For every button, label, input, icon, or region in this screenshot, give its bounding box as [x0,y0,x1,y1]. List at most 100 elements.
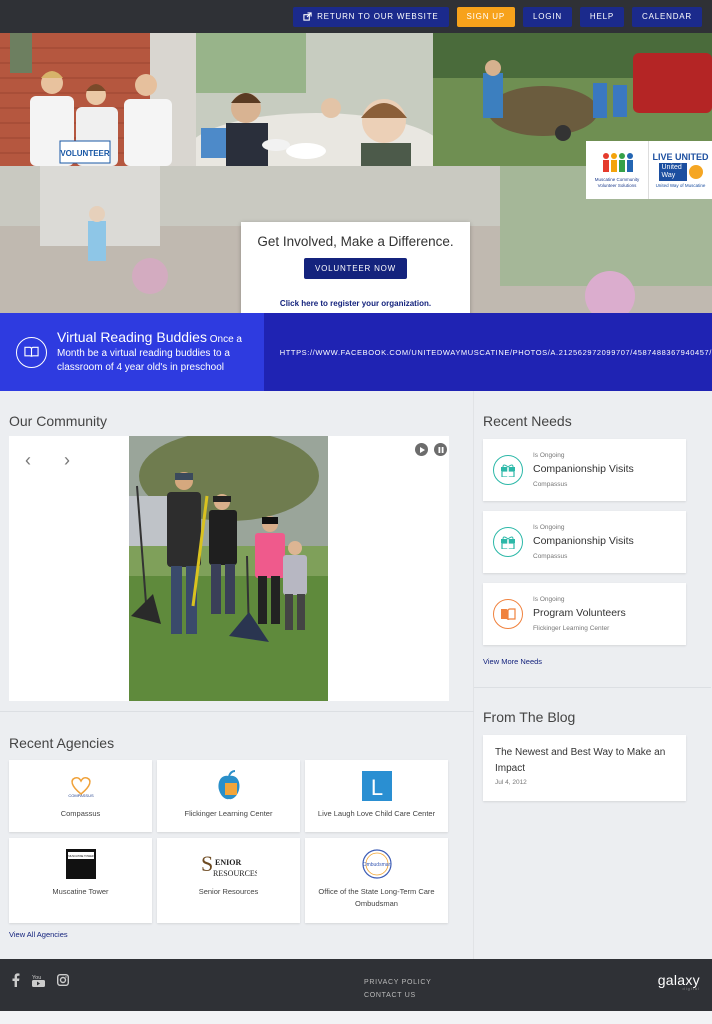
agency-card[interactable]: COMPASSUS Compassus [9,760,152,832]
from-the-blog-heading: From The Blog [483,709,576,725]
volunteers-photo: VOLUNTEER [0,33,196,166]
announcement-url-link[interactable]: HTTPS://WWW.FACEBOOK.COM/UNITEDWAYMUSCAT… [263,313,712,391]
privacy-policy-link[interactable]: PRIVACY POLICY [364,976,432,989]
calendar-button[interactable]: CALENDAR [632,6,702,27]
hero-banner: VOLUNTEER Muscatine Community Volunteer … [0,33,712,313]
family-raking-photo [129,436,328,701]
pause-icon[interactable] [434,443,447,456]
our-community-heading: Our Community [9,413,108,429]
need-org: Compassus [533,553,568,560]
volunteer-now-button[interactable]: VOLUNTEER NOW [303,258,408,279]
contact-us-link[interactable]: CONTACT US [364,989,432,1002]
announcement-title: Virtual Reading Buddies [57,328,207,345]
external-link-icon [303,12,312,21]
need-title: Program Volunteers [533,607,626,619]
recent-agencies-heading: Recent Agencies [9,735,115,751]
hero-headline: Get Involved, Make a Difference. [257,234,454,249]
agency-card[interactable]: Flickinger Learning Center [157,760,300,832]
sign-up-button[interactable]: SIGN UP [456,6,516,27]
flickinger-logo [215,770,243,802]
chevron-left-icon[interactable]: ‹ [25,450,31,471]
top-nav: RETURN TO OUR WEBSITE SIGN UP LOGIN HELP… [0,0,712,33]
section-divider [0,711,474,712]
volunteer-figures-icon [603,153,633,172]
main-content: Our Community ‹ › Recent Agencies COMPAS… [0,391,712,959]
svg-text:RESOURCES: RESOURCES [213,869,257,878]
need-title: Companionship Visits [533,463,634,475]
agency-card[interactable]: MUSCATINE TOWER Muscatine Tower [9,838,152,923]
agency-card[interactable]: Ombudsman Office of the State Long-Term … [305,838,448,923]
muscatine-volunteer-logo: Muscatine Community Volunteer Solutions [586,141,649,199]
help-button[interactable]: HELP [579,6,625,27]
section-divider [474,687,711,688]
agency-name: Flickinger Learning Center [184,809,273,818]
live-united-logo: Muscatine Community Volunteer Solutions … [586,141,712,199]
volunteer-sign-text: VOLUNTEER [60,149,110,158]
left-column: Our Community ‹ › Recent Agencies COMPAS… [0,391,474,959]
register-organization-link[interactable]: Click here to register your organization… [241,299,470,308]
agency-name: Senior Resources [198,887,259,896]
community-slideshow: ‹ › [9,436,449,701]
agency-card[interactable]: S ENIOR RESOURCES Senior Resources [157,838,300,923]
live-laugh-love-logo: L [361,770,392,802]
united-way-logo: LIVE UNITED United Way United Way of Mus… [649,141,712,199]
gift-icon [493,455,523,485]
site-footer: You PRIVACY POLICY CONTACT US galaxy dig… [0,959,712,1011]
agency-card[interactable]: L Live Laugh Love Child Care Center [305,760,448,832]
united-way-sub: United Way of Muscatine [655,183,706,188]
announcement-panel[interactable]: Virtual Reading Buddies Once a Month be … [0,313,264,391]
play-icon[interactable] [415,443,428,456]
children-lunch-photo [196,33,433,166]
announcement-bar: Virtual Reading Buddies Once a Month be … [0,313,712,391]
return-to-website-button[interactable]: RETURN TO OUR WEBSITE [293,6,449,27]
svg-text:ENIOR: ENIOR [215,858,241,867]
galaxy-digital-logo[interactable]: galaxy digital [658,972,700,991]
blog-post-date: Jul 4, 2012 [495,779,527,786]
view-more-needs-link[interactable]: View More Needs [483,657,542,666]
need-card[interactable]: Is Ongoing Companionship Visits Compassu… [483,439,686,501]
senior-resources-logo: S ENIOR RESOURCES [201,848,257,880]
muscatine-logo-text: Muscatine Community Volunteer Solutions [594,177,640,188]
muscatine-tower-logo-text: MUSCATINE TOWER [68,854,93,858]
ombudsman-logo: Ombudsman [360,848,394,880]
social-links: You [12,973,69,987]
agency-name: Compassus [60,809,101,818]
gift-icon [493,527,523,557]
muscatine-tower-logo: MUSCATINE TOWER [65,848,96,880]
right-column: Recent Needs Is Ongoing Companionship Vi… [474,391,712,959]
compassus-logo: COMPASSUS [67,770,95,802]
footer-links: PRIVACY POLICY CONTACT US [364,976,432,1002]
view-all-agencies-link[interactable]: View All Agencies [9,930,68,939]
need-status: Is Ongoing [533,452,565,459]
need-status: Is Ongoing [533,524,565,531]
agencies-grid: COMPASSUS Compassus Flickinger Learning … [9,760,449,923]
united-way-mark: United Way [658,163,687,181]
need-card[interactable]: Is Ongoing Companionship Visits Compassu… [483,511,686,573]
need-org: Compassus [533,481,568,488]
youtube-icon[interactable]: You [32,973,45,987]
blog-post-title: The Newest and Best Way to Make an Impac… [495,747,666,774]
agency-name: Office of the State Long-Term Care Ombud… [318,887,435,908]
agency-name: Muscatine Tower [52,887,109,896]
agency-name: Live Laugh Love Child Care Center [317,809,436,818]
live-united-title: LIVE UNITED [652,152,709,162]
need-org: Flickinger Learning Center [533,625,610,632]
svg-text:S: S [201,851,213,876]
book-icon [16,336,47,368]
need-title: Companionship Visits [533,535,634,547]
blog-post-card[interactable]: The Newest and Best Way to Make an Impac… [483,735,686,801]
get-involved-card: Get Involved, Make a Difference. VOLUNTE… [241,222,470,313]
return-to-website-label: RETURN TO OUR WEBSITE [317,12,439,21]
recent-needs-heading: Recent Needs [483,413,572,429]
ombudsman-logo-text: Ombudsman [362,862,391,868]
need-card[interactable]: Is Ongoing Program Volunteers Flickinger… [483,583,686,645]
chevron-right-icon[interactable]: › [64,450,70,471]
facebook-icon[interactable] [12,973,20,987]
login-button[interactable]: LOGIN [523,6,572,27]
compassus-logo-text: COMPASSUS [68,793,94,798]
need-status: Is Ongoing [533,596,565,603]
bottom-strip [0,1011,712,1024]
book-icon [493,599,523,629]
live-laugh-love-logo-text: L [370,775,382,800]
instagram-icon[interactable] [57,974,69,986]
